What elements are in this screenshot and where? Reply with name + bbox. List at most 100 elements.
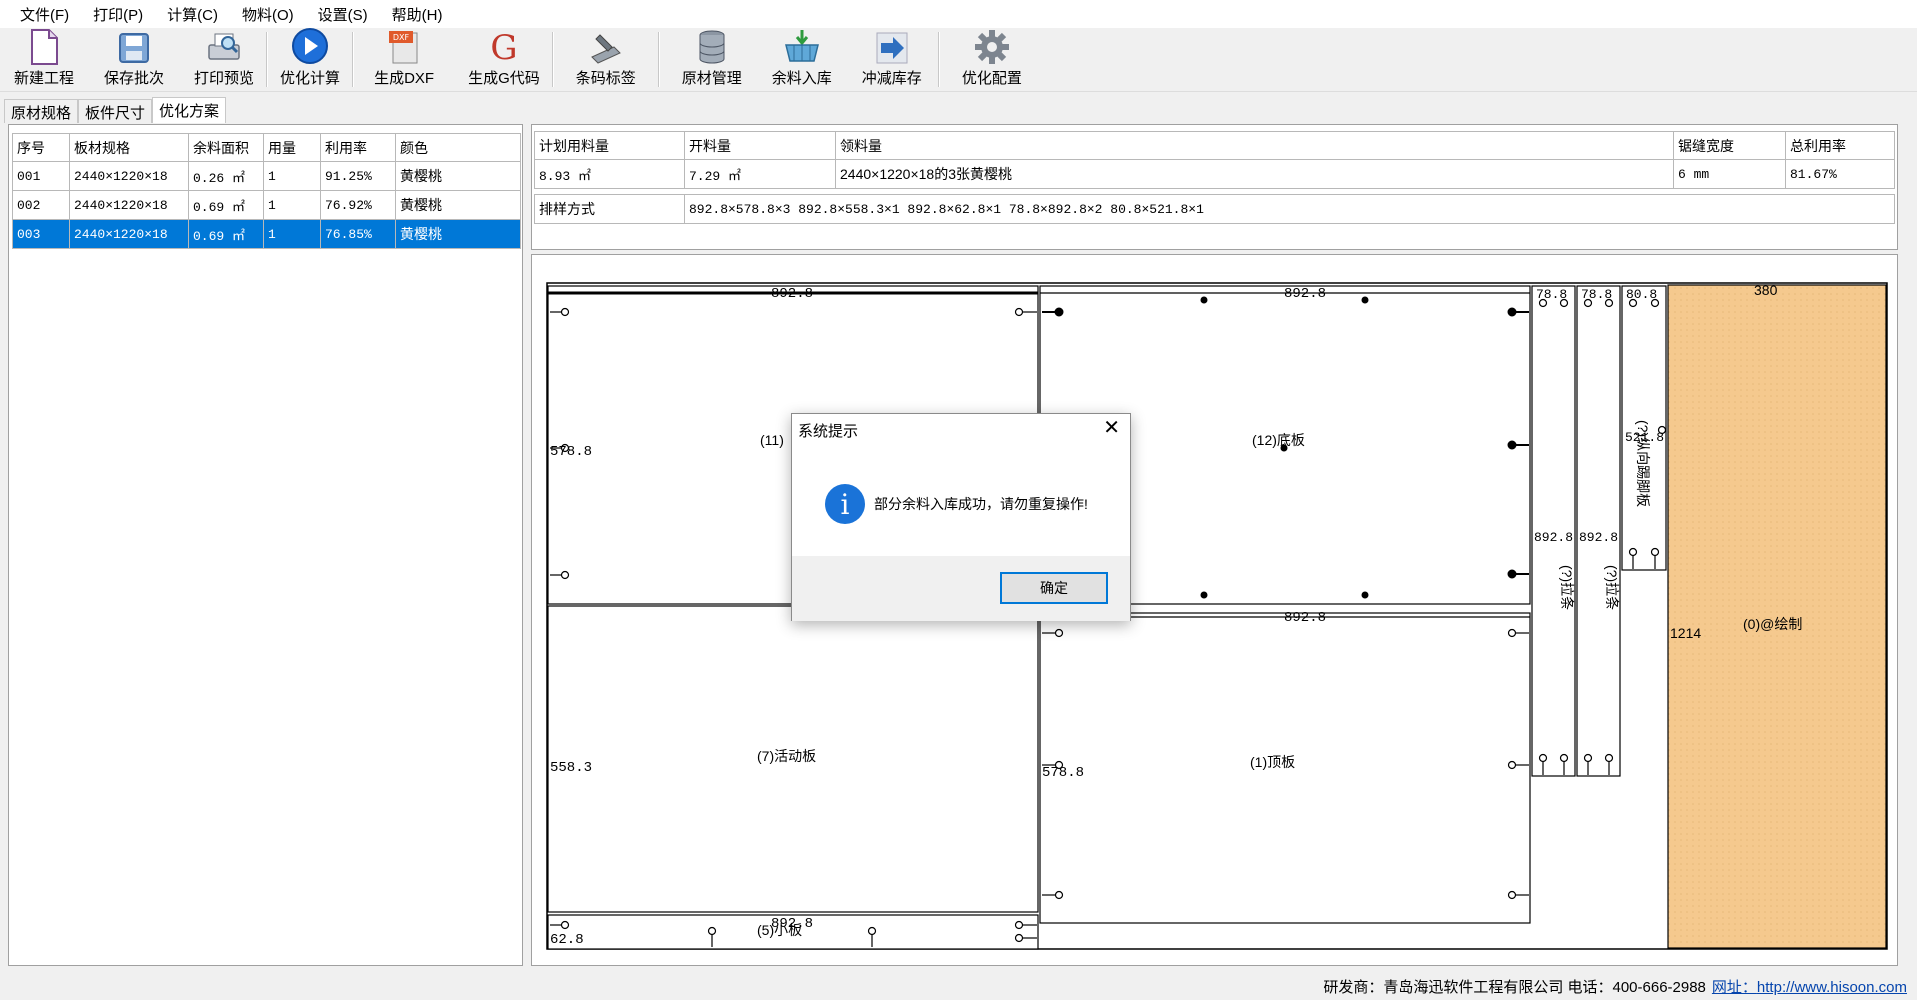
tab-panel-size[interactable]: 板件尺寸 <box>78 99 153 123</box>
vendor-info: 研发商：青岛海迅软件工程有限公司 电话：400-666-2988 <box>1323 978 1706 996</box>
cell-index: 002 <box>12 190 70 220</box>
barcode-scanner-icon <box>587 29 625 65</box>
panel-7-height: 558.3 <box>550 760 592 776</box>
menu-help[interactable]: 帮助(H) <box>380 4 455 25</box>
toolbar-separator <box>551 32 554 87</box>
new-file-icon <box>25 29 63 65</box>
value-total-utilization: 81.67% <box>1785 159 1895 189</box>
dialog-title: 系统提示 <box>798 423 859 440</box>
generate-dxf-button[interactable]: DXF 生成DXF <box>370 28 438 92</box>
close-icon[interactable]: ✕ <box>1103 418 1120 438</box>
cell-board-spec: 2440×1220×18 <box>69 190 189 220</box>
info-icon: i <box>825 484 865 524</box>
panel-12-width: 892.8 <box>1284 286 1326 302</box>
layout-table: 排样方式 892.8×578.8×3 892.8×558.3×1 892.8×6… <box>534 194 1895 224</box>
g-code-icon: G <box>485 29 523 65</box>
cell-utilization: 76.85% <box>320 219 396 249</box>
optimize-calculate-button[interactable]: 优化计算 <box>276 28 344 92</box>
strip-2-name: (?)拉条 <box>1604 565 1620 610</box>
website-link-url: http://www.hisoon.com <box>1756 978 1907 996</box>
cell-index: 001 <box>12 161 70 191</box>
status-bar: 研发商：青岛海迅软件工程有限公司 电话：400-666-2988 网址：http… <box>0 972 1917 1000</box>
header-remnant-area[interactable]: 余料面积 <box>188 133 264 162</box>
summary-header-row: 计划用料量 开料量 领料量 锯缝宽度 总利用率 <box>534 131 1895 160</box>
panel-1-name: (1)顶板 <box>1250 754 1295 770</box>
cell-utilization: 91.25% <box>320 161 396 191</box>
new-project-button[interactable]: 新建工程 <box>10 28 78 92</box>
header-utilization[interactable]: 利用率 <box>320 133 396 162</box>
header-kerf-width: 锯缝宽度 <box>1673 131 1786 160</box>
svg-text:G: G <box>490 29 517 65</box>
offset-inventory-label: 冲减库存 <box>861 70 922 87</box>
ok-button[interactable]: 确定 <box>1000 572 1108 604</box>
gear-icon <box>973 29 1011 65</box>
plan-list-panel: 序号 板材规格 余料面积 用量 利用率 颜色 001 2440×1220×18 … <box>8 124 523 966</box>
table-row[interactable]: 002 2440×1220×18 0.69 ㎡ 1 76.92% 黄樱桃 <box>12 190 521 220</box>
layout-value: 892.8×578.8×3 892.8×558.3×1 892.8×62.8×1… <box>684 194 1895 224</box>
toolbar: 新建工程 保存批次 打印预览 优化计算 DXF 生成DXF G 生成G代码 条码… <box>0 28 1917 92</box>
menu-file[interactable]: 文件(F) <box>8 4 81 25</box>
toolbar-separator <box>937 32 940 87</box>
header-planned-usage: 计划用料量 <box>534 131 685 160</box>
remnant-width: 380 <box>1754 282 1778 298</box>
header-board-spec[interactable]: 板材规格 <box>69 133 189 162</box>
generate-gcode-label: 生成G代码 <box>468 70 540 87</box>
print-preview-button[interactable]: 打印预览 <box>190 28 258 92</box>
panel-5-height: 62.8 <box>550 932 584 948</box>
menu-settings[interactable]: 设置(S) <box>306 4 380 25</box>
header-cut-amount: 开料量 <box>684 131 836 160</box>
generate-gcode-button[interactable]: G 生成G代码 <box>464 28 544 92</box>
remnant-name: (0)@绘制 <box>1743 616 1802 632</box>
website-link[interactable]: 网址：http://www.hisoon.com <box>1712 976 1907 997</box>
toolbar-separator <box>352 32 355 87</box>
menu-print[interactable]: 打印(P) <box>81 4 155 25</box>
tab-optimization-plan[interactable]: 优化方案 <box>152 97 227 123</box>
barcode-label-label: 条码标签 <box>575 70 636 87</box>
panel-1-height: 578.8 <box>1042 765 1084 781</box>
summary-value-row: 8.93 ㎡ 7.29 ㎡ 2440×1220×18的3张黄樱桃 6 mm 81… <box>534 159 1895 189</box>
tab-strip: 原材规格 板件尺寸 优化方案 <box>4 97 227 123</box>
optimize-calculate-label: 优化计算 <box>280 70 341 87</box>
value-planned-usage: 8.93 ㎡ <box>534 159 685 189</box>
arrow-right-icon <box>873 30 911 65</box>
menu-calculate[interactable]: 计算(C) <box>155 4 230 25</box>
toolbar-separator <box>657 32 660 87</box>
cell-board-spec: 2440×1220×18 <box>69 161 189 191</box>
menu-material[interactable]: 物料(O) <box>230 4 306 25</box>
panel-11-width: 892.8 <box>771 286 813 302</box>
optimize-config-button[interactable]: 优化配置 <box>958 28 1026 92</box>
layout-row: 排样方式 892.8×578.8×3 892.8×558.3×1 892.8×6… <box>534 194 1895 224</box>
save-disk-icon <box>115 30 153 65</box>
strip-2-height: 892.8 <box>1579 530 1618 545</box>
table-header-row: 序号 板材规格 余料面积 用量 利用率 颜色 <box>12 133 521 162</box>
offset-inventory-button[interactable]: 冲减库存 <box>858 28 926 92</box>
header-index[interactable]: 序号 <box>12 133 70 162</box>
header-quantity[interactable]: 用量 <box>263 133 321 162</box>
header-color[interactable]: 颜色 <box>395 133 521 162</box>
tab-raw-material-spec[interactable]: 原材规格 <box>4 99 79 123</box>
cell-utilization: 76.92% <box>320 190 396 220</box>
save-batch-button[interactable]: 保存批次 <box>100 28 168 92</box>
table-row-selected[interactable]: 003 2440×1220×18 0.69 ㎡ 1 76.85% 黄樱桃 <box>12 219 521 249</box>
cell-quantity: 1 <box>263 219 321 249</box>
cell-remnant-area: 0.69 ㎡ <box>188 190 264 220</box>
panel-5-name: (5)小板 <box>757 922 802 938</box>
plan-table: 序号 板材规格 余料面积 用量 利用率 颜色 001 2440×1220×18 … <box>12 133 521 249</box>
layout-label: 排样方式 <box>534 194 685 224</box>
cell-board-spec: 2440×1220×18 <box>69 219 189 249</box>
system-prompt-dialog: 系统提示 ✕ i 部分余料入库成功，请勿重复操作! 确定 <box>791 413 1131 621</box>
print-preview-icon <box>205 30 243 65</box>
remnant-inbound-button[interactable]: 余料入库 <box>768 28 836 92</box>
table-row[interactable]: 001 2440×1220×18 0.26 ㎡ 1 91.25% 黄樱桃 <box>12 161 521 191</box>
svg-text:DXF: DXF <box>393 33 410 42</box>
optimize-config-label: 优化配置 <box>961 70 1022 87</box>
panel-11-name: (11) <box>760 432 784 448</box>
cell-color: 黄樱桃 <box>395 190 521 220</box>
panel-12-name: (12)底板 <box>1252 432 1305 448</box>
remnant-inbound-label: 余料入库 <box>771 70 832 87</box>
basket-icon <box>783 29 821 65</box>
cell-color: 黄樱桃 <box>395 219 521 249</box>
barcode-label-button[interactable]: 条码标签 <box>572 28 640 92</box>
panel-11-height: 578.8 <box>550 444 592 460</box>
material-management-button[interactable]: 原材管理 <box>678 28 746 92</box>
